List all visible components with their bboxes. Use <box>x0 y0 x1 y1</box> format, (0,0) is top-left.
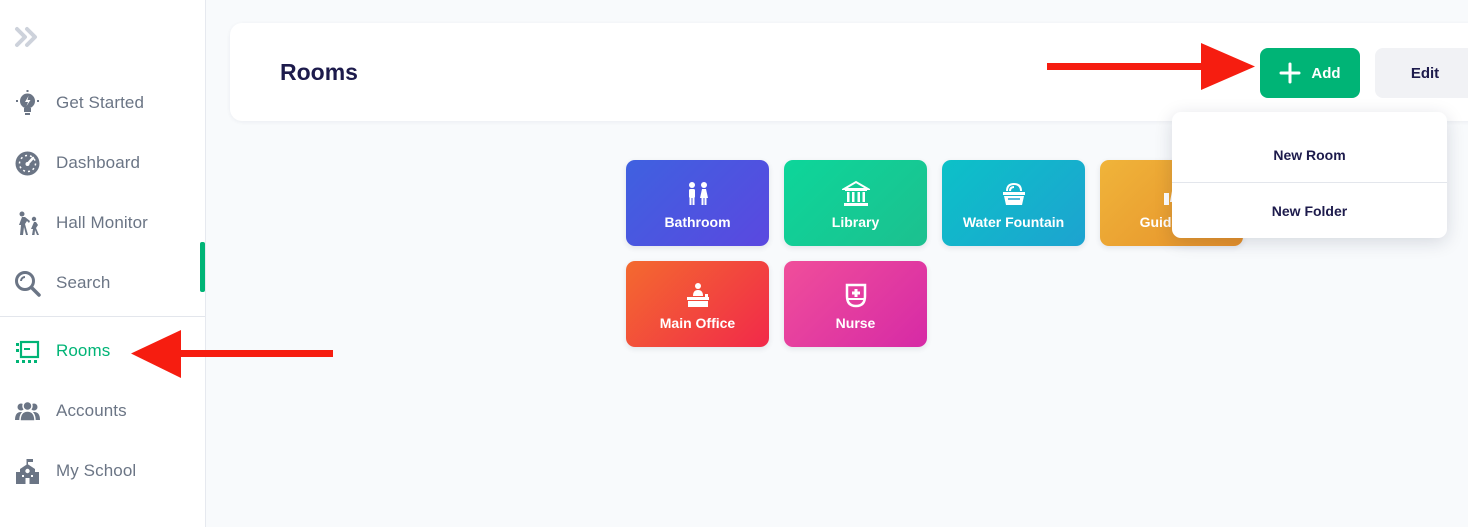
room-tile-water-fountain[interactable]: Water Fountain <box>942 160 1085 246</box>
sidebar-item-dashboard[interactable]: Dashboard <box>0 141 205 185</box>
sidebar-item-accounts[interactable]: Accounts <box>0 389 205 433</box>
gauge-icon <box>14 150 41 177</box>
room-tile-label: Main Office <box>659 315 736 331</box>
bathroom-icon <box>684 180 712 208</box>
annotation-arrow-right <box>1047 43 1255 90</box>
sidebar-scroll-indicator[interactable] <box>200 242 205 292</box>
water-fountain-icon <box>1000 180 1028 208</box>
add-button-label: Add <box>1311 64 1341 82</box>
menu-item-new-room[interactable]: New Room <box>1172 127 1447 183</box>
sidebar-divider <box>0 316 205 317</box>
room-tile-main-office[interactable]: Main Office <box>626 261 769 347</box>
edit-button-label: Edit <box>1410 64 1440 82</box>
school-icon <box>14 458 41 485</box>
room-tile-label: Nurse <box>835 315 876 331</box>
room-tile-bathroom[interactable]: Bathroom <box>626 160 769 246</box>
sidebar-item-label: Dashboard <box>56 153 141 172</box>
nurse-icon <box>842 281 870 309</box>
sidebar: Get Started Dashboard Hall Monitor Searc… <box>0 0 206 527</box>
expand-sidebar-icon[interactable] <box>14 25 42 49</box>
add-dropdown-menu: New Room New Folder <box>1172 112 1447 238</box>
add-button[interactable]: Add <box>1260 48 1360 98</box>
users-icon <box>14 398 41 425</box>
sidebar-item-label: Get Started <box>56 93 145 112</box>
room-tile-label: Library <box>831 214 880 230</box>
room-tile-library[interactable]: Library <box>784 160 927 246</box>
sidebar-item-label: Hall Monitor <box>56 213 148 232</box>
sidebar-item-label: Accounts <box>56 401 127 420</box>
sidebar-item-label: Search <box>56 273 111 292</box>
menu-item-label: New Room <box>1273 147 1346 163</box>
office-desk-icon <box>684 281 712 309</box>
room-tile-label: Water Fountain <box>962 214 1065 230</box>
sidebar-item-search[interactable]: Search <box>0 261 205 305</box>
sidebar-item-get-started[interactable]: Get Started <box>0 81 205 125</box>
plus-icon <box>1279 62 1301 84</box>
room-tile-label: Bathroom <box>664 214 731 230</box>
lightbulb-icon <box>14 90 41 117</box>
rooms-icon <box>14 338 41 365</box>
room-tile-nurse[interactable]: Nurse <box>784 261 927 347</box>
menu-item-new-folder[interactable]: New Folder <box>1172 183 1447 238</box>
search-icon <box>14 270 41 297</box>
walking-people-icon <box>14 210 41 237</box>
page-title: Rooms <box>280 59 358 85</box>
edit-button[interactable]: Edit <box>1375 48 1468 98</box>
menu-item-label: New Folder <box>1271 203 1348 219</box>
sidebar-item-my-school[interactable]: My School <box>0 449 205 493</box>
sidebar-item-hall-monitor[interactable]: Hall Monitor <box>0 201 205 245</box>
annotation-arrow-left <box>131 330 333 378</box>
library-icon <box>839 180 872 208</box>
sidebar-item-label: Rooms <box>56 341 111 360</box>
sidebar-item-label: My School <box>56 461 137 480</box>
